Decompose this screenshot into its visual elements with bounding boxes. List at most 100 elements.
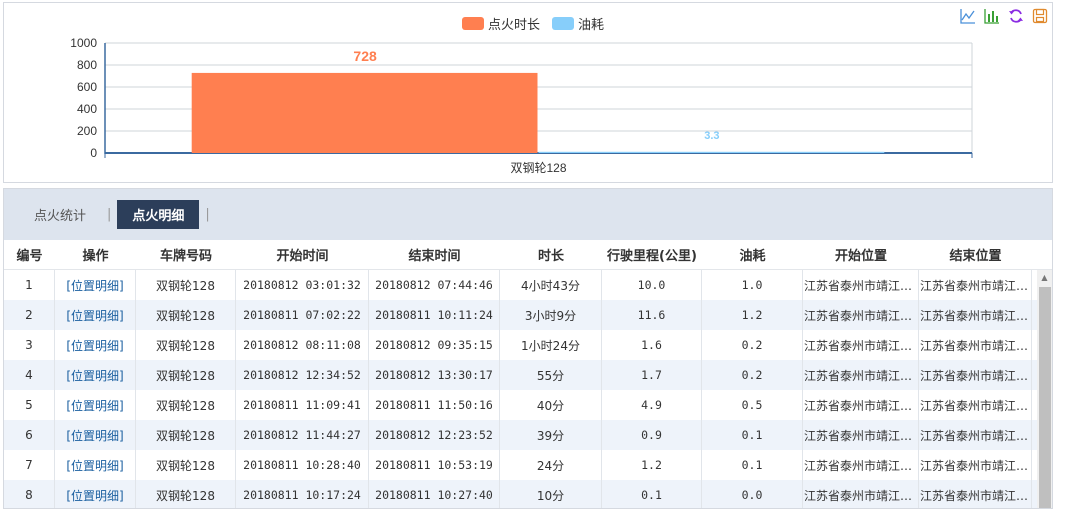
table-cell: 双钢轮128: [136, 270, 236, 300]
table-header: 编号 操作 车牌号码 开始时间 结束时间 时长 行驶里程(公里) 油耗 开始位置 结束位置: [4, 240, 1052, 270]
table-cell: 江苏省泰州市靖江…: [919, 390, 1032, 420]
detail-panel: 点火统计 | 点火明细 | 编号 操作 车牌号码 开始时间 结束时间 时长 行驶里程(公里)…: [3, 188, 1053, 509]
tab-separator: |: [107, 207, 112, 222]
table-row[interactable]: 5 [位置明细] 双钢轮128 20180811 11:09:41 20180811 1…: [4, 390, 1052, 420]
legend-swatch: [462, 17, 484, 30]
bar-chart-icon[interactable]: [983, 7, 1001, 25]
tab-ignition-stats[interactable]: 点火统计: [19, 200, 101, 229]
table-cell: 0.0: [702, 480, 803, 508]
table-cell: 20180812 03:01:32: [236, 270, 369, 300]
table-row[interactable]: 6 [位置明细] 双钢轮128 20180812 11:44:27 20180812 1…: [4, 420, 1052, 450]
table-row[interactable]: 3 [位置明细] 双钢轮128 20180812 08:11:08 20180812 0…: [4, 330, 1052, 360]
table-cell: 20180812 11:44:27: [236, 420, 369, 450]
table-cell: 4: [4, 360, 55, 390]
table-cell: 4.9: [602, 390, 702, 420]
table-cell: 江苏省泰州市靖江…: [919, 360, 1032, 390]
table-row[interactable]: 4 [位置明细] 双钢轮128 20180812 12:34:52 20180812 1…: [4, 360, 1052, 390]
table-cell: 20180811 10:17:24: [236, 480, 369, 508]
y-tick-label: 600: [77, 80, 97, 94]
table-cell: 20180811 10:11:24: [369, 300, 500, 330]
table-cell: 20180812 12:23:52: [369, 420, 500, 450]
table-body: 1 [位置明细] 双钢轮128 20180812 03:01:32 20180812 0…: [4, 270, 1052, 508]
scroll-up-icon[interactable]: ▲: [1037, 270, 1052, 285]
column-header[interactable]: 车牌号码: [136, 240, 236, 269]
legend-label: 点火时长: [488, 18, 541, 33]
chart-toolbox: [959, 7, 1049, 25]
table-cell: 40分: [500, 390, 602, 420]
table-cell: 双钢轮128: [136, 390, 236, 420]
save-icon[interactable]: [1031, 7, 1049, 25]
table-cell: 1小时24分: [500, 330, 602, 360]
column-header[interactable]: 行驶里程(公里): [602, 240, 702, 269]
table-cell: 1.6: [602, 330, 702, 360]
table-cell: 双钢轮128: [136, 330, 236, 360]
table-cell: 江苏省泰州市靖江…: [803, 390, 919, 420]
column-header[interactable]: 结束位置: [919, 240, 1032, 269]
table-cell: 20180811 10:53:19: [369, 450, 500, 480]
table-cell: 20180811 10:28:40: [236, 450, 369, 480]
location-detail-link[interactable]: [位置明细]: [55, 390, 136, 420]
column-header[interactable]: 油耗: [702, 240, 803, 269]
scrollbar-thumb[interactable]: [1039, 287, 1051, 508]
legend-item-ignition-duration[interactable]: 点火时长: [462, 14, 540, 33]
table-cell: 0.2: [702, 330, 803, 360]
location-detail-link[interactable]: [位置明细]: [55, 300, 136, 330]
refresh-icon[interactable]: [1007, 7, 1025, 25]
table-cell: 1.7: [602, 360, 702, 390]
vertical-scrollbar[interactable]: ▲: [1037, 270, 1052, 508]
table-cell: 20180812 07:44:46: [369, 270, 500, 300]
table-cell: 20180812 09:35:15: [369, 330, 500, 360]
table-cell: 1.2: [602, 450, 702, 480]
table-cell: 11.6: [602, 300, 702, 330]
table-row[interactable]: 2 [位置明细] 双钢轮128 20180811 07:02:22 20180811 1…: [4, 300, 1052, 330]
column-header[interactable]: 编号: [4, 240, 55, 269]
legend-item-fuel[interactable]: 油耗: [552, 14, 604, 33]
location-detail-link[interactable]: [位置明细]: [55, 480, 136, 508]
data-label: 3.3: [704, 130, 719, 142]
table-cell: 10.0: [602, 270, 702, 300]
location-detail-link[interactable]: [位置明细]: [55, 270, 136, 300]
table-cell: 3小时9分: [500, 300, 602, 330]
table-cell: 1.2: [702, 300, 803, 330]
tab-separator: |: [205, 207, 210, 222]
location-detail-link[interactable]: [位置明细]: [55, 420, 136, 450]
column-header[interactable]: 结束时间: [369, 240, 500, 269]
table-rows: 1 [位置明细] 双钢轮128 20180812 03:01:32 20180812 0…: [4, 270, 1052, 508]
location-detail-link[interactable]: [位置明细]: [55, 360, 136, 390]
location-detail-link[interactable]: [位置明细]: [55, 450, 136, 480]
table-cell: 江苏省泰州市靖江…: [803, 480, 919, 508]
column-header[interactable]: 开始时间: [236, 240, 369, 269]
table-cell: 江苏省泰州市靖江…: [919, 450, 1032, 480]
table-cell: 20180812 08:11:08: [236, 330, 369, 360]
table-cell: 20180812 12:34:52: [236, 360, 369, 390]
tab-ignition-detail[interactable]: 点火明细: [117, 200, 200, 229]
column-header[interactable]: 开始位置: [803, 240, 919, 269]
chart-legend: 点火时长 油耗: [462, 14, 604, 33]
table-row[interactable]: 1 [位置明细] 双钢轮128 20180812 03:01:32 20180812 0…: [4, 270, 1052, 300]
table-cell: 7: [4, 450, 55, 480]
column-header[interactable]: 时长: [500, 240, 602, 269]
table-cell: 20180811 07:02:22: [236, 300, 369, 330]
table-cell: 20180811 11:50:16: [369, 390, 500, 420]
table-cell: 双钢轮128: [136, 360, 236, 390]
table-cell: 6: [4, 420, 55, 450]
table-cell: 江苏省泰州市靖江…: [803, 450, 919, 480]
table-cell: 20180811 11:09:41: [236, 390, 369, 420]
table-cell: 0.1: [702, 420, 803, 450]
table-cell: 1: [4, 270, 55, 300]
table-cell: 江苏省泰州市靖江…: [803, 420, 919, 450]
table-row[interactable]: 8 [位置明细] 双钢轮128 20180811 10:17:24 20180811 1…: [4, 480, 1052, 508]
column-header[interactable]: 操作: [55, 240, 136, 269]
x-tick-label: 双钢轮128: [510, 161, 566, 175]
table-cell: 0.1: [602, 480, 702, 508]
table-cell: 2: [4, 300, 55, 330]
table-cell: 双钢轮128: [136, 300, 236, 330]
table-cell: 江苏省泰州市靖江…: [919, 330, 1032, 360]
line-chart-icon[interactable]: [959, 7, 977, 25]
location-detail-link[interactable]: [位置明细]: [55, 330, 136, 360]
table-cell: 江苏省泰州市靖江…: [919, 480, 1032, 508]
table-row[interactable]: 7 [位置明细] 双钢轮128 20180811 10:28:40 20180811 1…: [4, 450, 1052, 480]
table-cell: 24分: [500, 450, 602, 480]
chart-panel: 0 200 400 600 800 1000 双钢轮128 728 3.3 点火时长 油耗: [3, 2, 1053, 183]
table-cell: 8: [4, 480, 55, 508]
